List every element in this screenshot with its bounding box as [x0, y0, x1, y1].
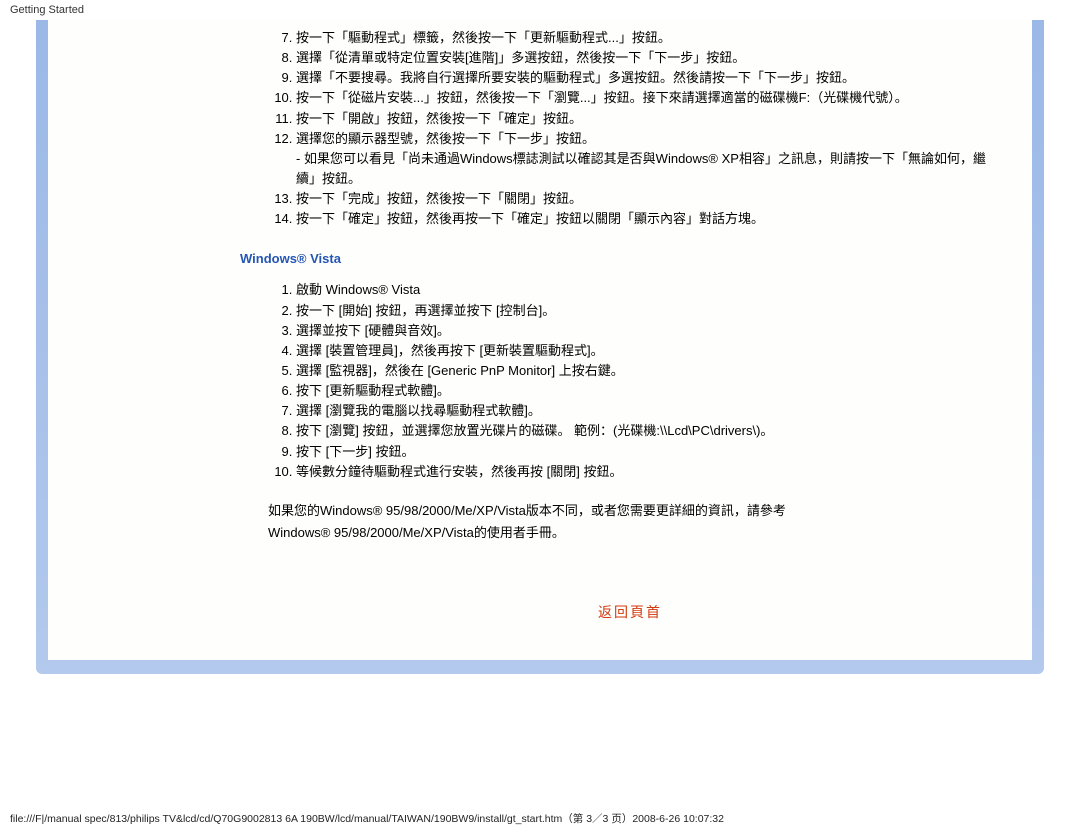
xp-steps-list: 按一下「驅動程式」標籤，然後按一下「更新驅動程式...」按鈕。選擇「從清單或特定… — [268, 28, 992, 229]
vista-steps-list: 啟動 Windows® Vista按一下 [開始] 按鈕，再選擇並按下 [控制台… — [268, 280, 992, 481]
vista-heading: Windows® Vista — [240, 251, 992, 266]
outer-frame: 按一下「驅動程式」標籤，然後按一下「更新驅動程式...」按鈕。選擇「從清單或特定… — [36, 20, 1044, 674]
footnote-line2: Windows® 95/98/2000/Me/XP/Vista的使用者手冊。 — [268, 525, 565, 540]
list-item: 選擇 [監視器]，然後在 [Generic PnP Monitor] 上按右鍵。 — [296, 361, 992, 381]
list-item: 啟動 Windows® Vista — [296, 280, 992, 300]
list-item: 按一下「開啟」按鈕，然後按一下「確定」按鈕。 — [296, 109, 992, 129]
list-item: 按一下「驅動程式」標籤，然後按一下「更新驅動程式...」按鈕。 — [296, 28, 992, 48]
list-item: 按一下「從磁片安裝...」按鈕，然後按一下「瀏覽...」按鈕。接下來請選擇適當的… — [296, 88, 992, 108]
footnote-text: 如果您的Windows® 95/98/2000/Me/XP/Vista版本不同，… — [268, 500, 992, 544]
content-area: 按一下「驅動程式」標籤，然後按一下「更新驅動程式...」按鈕。選擇「從清單或特定… — [268, 28, 992, 622]
list-item: 選擇並按下 [硬體與音效]。 — [296, 321, 992, 341]
list-item: 選擇 [瀏覽我的電腦以找尋驅動程式軟體]。 — [296, 401, 992, 421]
list-item: 按下 [瀏覽] 按鈕，並選擇您放置光碟片的磁碟。 範例：(光碟機:\\Lcd\P… — [296, 421, 992, 441]
list-item: 按下 [下一步] 按鈕。 — [296, 442, 992, 462]
list-item: 選擇「不要搜尋。我將自行選擇所要安裝的驅動程式」多選按鈕。然後請按一下「下一步」… — [296, 68, 992, 88]
list-item: 按一下「完成」按鈕，然後按一下「關閉」按鈕。 — [296, 189, 992, 209]
page-header-title: Getting Started — [0, 0, 1080, 20]
list-item: 按一下「確定」按鈕，然後再按一下「確定」按鈕以關閉「顯示內容」對話方塊。 — [296, 209, 992, 229]
return-link-container: 返回頁首 — [268, 602, 992, 622]
return-top-link[interactable]: 返回頁首 — [598, 604, 662, 620]
list-item: 等候數分鐘待驅動程式進行安裝，然後再按 [關閉] 按鈕。 — [296, 462, 992, 482]
list-item: 選擇 [裝置管理員]，然後再按下 [更新裝置驅動程式]。 — [296, 341, 992, 361]
list-item: 選擇「從清單或特定位置安裝[進階]」多選按鈕，然後按一下「下一步」按鈕。 — [296, 48, 992, 68]
inner-page: 按一下「驅動程式」標籤，然後按一下「更新驅動程式...」按鈕。選擇「從清單或特定… — [48, 20, 1032, 660]
list-item: 按一下 [開始] 按鈕，再選擇並按下 [控制台]。 — [296, 301, 992, 321]
list-item: 按下 [更新驅動程式軟體]。 — [296, 381, 992, 401]
footer-file-path: file:///F|/manual spec/813/philips TV&lc… — [10, 811, 724, 826]
list-item: 選擇您的顯示器型號，然後按一下「下一步」按鈕。 - 如果您可以看見「尚未通過Wi… — [296, 129, 992, 189]
footnote-line1: 如果您的Windows® 95/98/2000/Me/XP/Vista版本不同，… — [268, 503, 786, 518]
